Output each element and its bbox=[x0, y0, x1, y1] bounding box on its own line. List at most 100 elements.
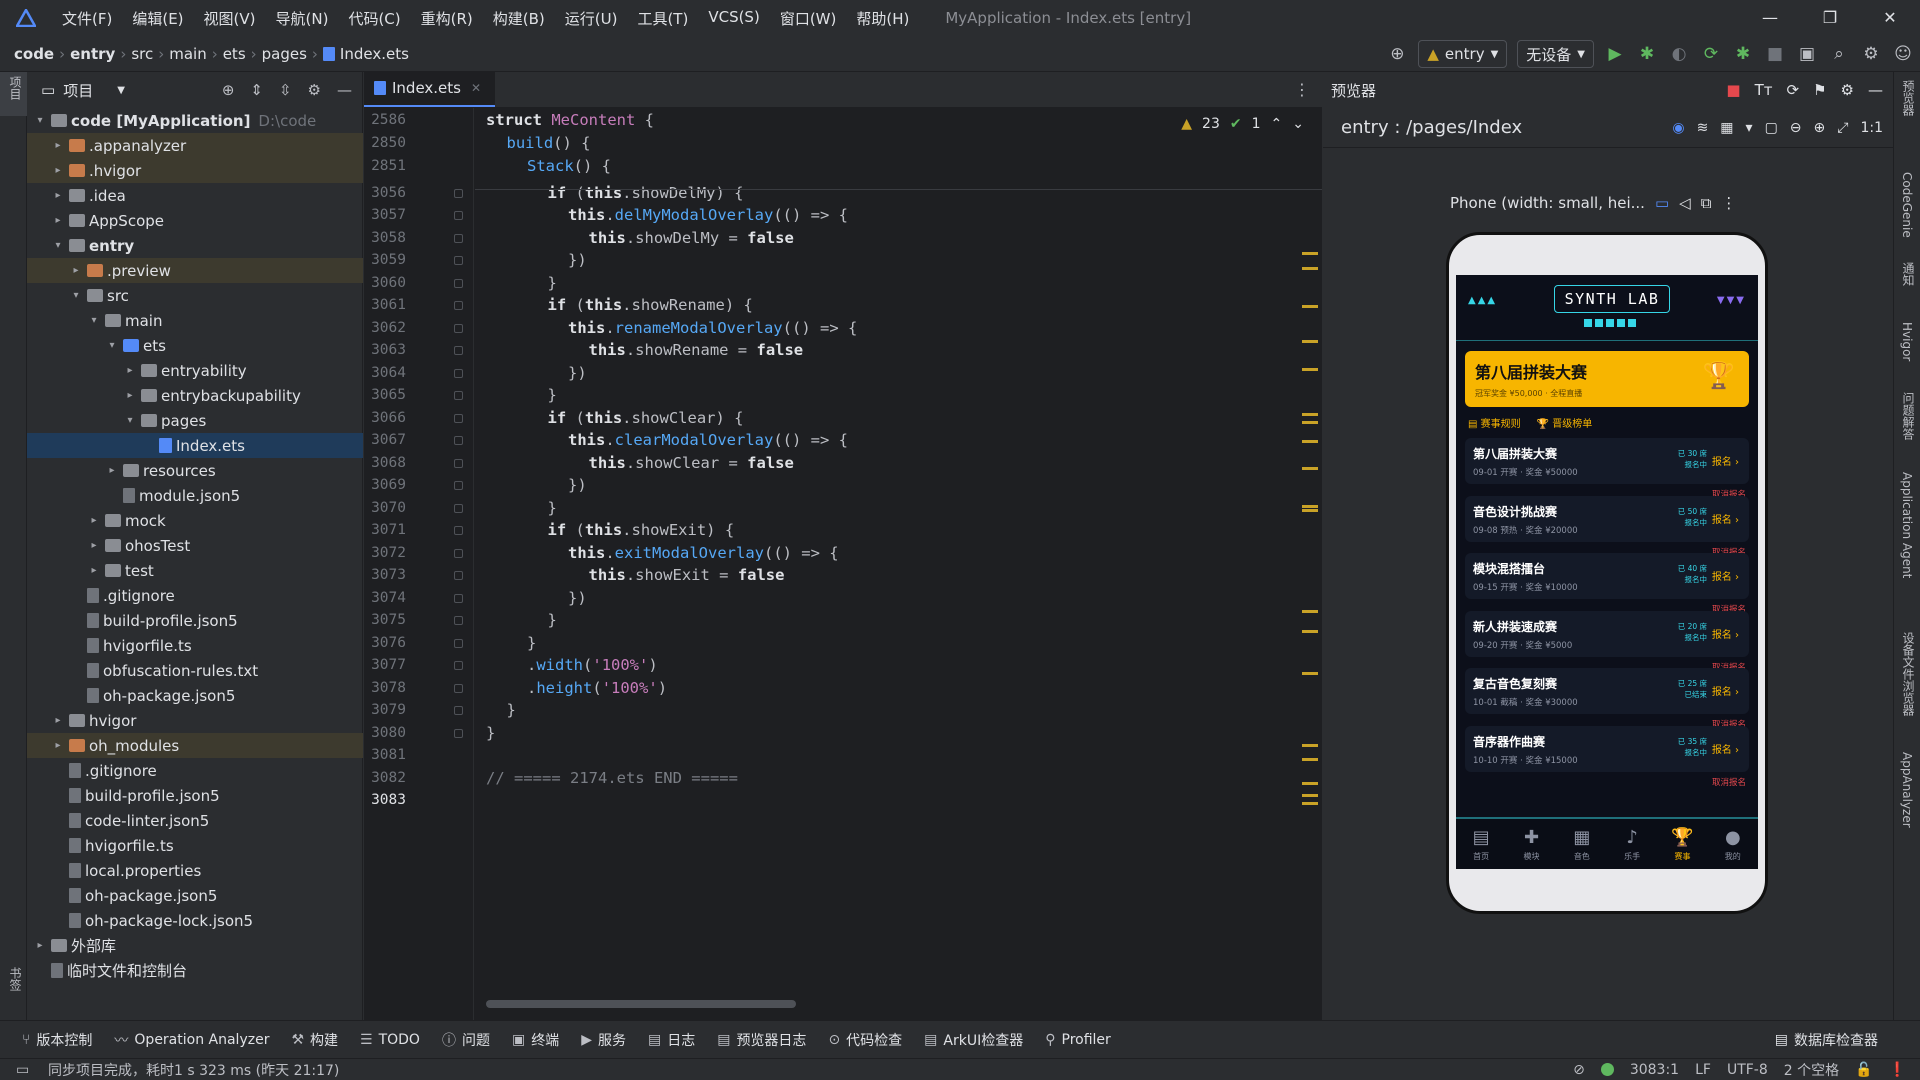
warning-mark[interactable] bbox=[1302, 610, 1318, 613]
fold-marker-icon[interactable] bbox=[454, 234, 463, 243]
fold-marker-icon[interactable] bbox=[454, 594, 463, 603]
chevron-right-icon[interactable]: ▸ bbox=[87, 515, 101, 526]
warning-mark[interactable] bbox=[1302, 340, 1318, 343]
chevron-right-icon[interactable]: ▸ bbox=[69, 265, 83, 276]
breadcrumb-item[interactable]: entry bbox=[70, 45, 115, 63]
signup-button[interactable]: 报名 › bbox=[1712, 568, 1739, 583]
tree-item[interactable]: oh-package.json5 bbox=[27, 683, 363, 708]
fit-icon[interactable]: ⤢ bbox=[1837, 120, 1848, 136]
reload-icon[interactable]: ⟳ bbox=[1700, 43, 1722, 65]
menu-item[interactable]: 代码(C) bbox=[338, 8, 410, 29]
tree-item[interactable]: ▸ hvigor bbox=[27, 708, 363, 733]
warning-mark[interactable] bbox=[1302, 267, 1318, 270]
contest-card[interactable]: 模块混搭擂台 09-15 开赛 · 奖金 ¥10000 已 40 席报名中 报名 › bbox=[1465, 553, 1749, 599]
code-line[interactable]: } bbox=[486, 724, 495, 749]
right-strip-6[interactable]: 设备文件浏览器 bbox=[1900, 632, 1917, 716]
back-icon[interactable]: ◁ bbox=[1679, 194, 1691, 212]
tree-item[interactable]: build-profile.json5 bbox=[27, 608, 363, 633]
tree-item[interactable]: ▸ 外部库 bbox=[27, 933, 363, 958]
fold-marker-icon[interactable] bbox=[454, 436, 463, 445]
caret-position[interactable]: 3083:1 bbox=[1630, 1062, 1679, 1078]
tree-item[interactable]: ▸ .idea bbox=[27, 183, 363, 208]
rotate-icon[interactable]: ⧉ bbox=[1701, 194, 1712, 212]
tab-0[interactable]: ▤ 首页 bbox=[1456, 819, 1506, 869]
tree-item[interactable]: ▾ pages bbox=[27, 408, 363, 433]
device-selector[interactable]: Phone (width: small, hei... ▭ ◁ ⧉ ⋮ bbox=[1450, 194, 1736, 212]
breadcrumb-item[interactable]: src bbox=[131, 45, 153, 63]
tree-item[interactable]: hvigorfile.ts bbox=[27, 833, 363, 858]
fold-marker-icon[interactable] bbox=[454, 549, 463, 558]
warning-mark[interactable] bbox=[1302, 505, 1318, 508]
tab-3[interactable]: ♪ 乐手 bbox=[1607, 819, 1657, 869]
contest-card[interactable]: 音色设计挑战赛 09-08 预热 · 奖金 ¥20000 已 50 席报名中 报名 › bbox=[1465, 495, 1749, 542]
warning-mark[interactable] bbox=[1302, 744, 1318, 747]
menu-item[interactable]: 窗口(W) bbox=[770, 8, 847, 29]
chevron-down-icon[interactable]: ▾ bbox=[33, 115, 47, 126]
search-icon[interactable]: ⌕ bbox=[1828, 43, 1850, 65]
font-size-icon[interactable]: Tт bbox=[1755, 81, 1773, 99]
code-line[interactable]: this.delMyModalOverlay(() => { bbox=[568, 206, 848, 231]
hide-icon[interactable]: — bbox=[1868, 81, 1883, 99]
warning-mark[interactable] bbox=[1302, 421, 1318, 424]
project-title[interactable]: 项目 bbox=[63, 80, 93, 101]
maximize-icon[interactable]: ❐ bbox=[1800, 0, 1860, 36]
chevron-right-icon[interactable]: ▸ bbox=[33, 940, 47, 951]
menu-item[interactable]: 编辑(E) bbox=[122, 8, 193, 29]
refresh-icon[interactable]: ⟳ bbox=[1787, 81, 1800, 99]
chevron-right-icon[interactable]: ▸ bbox=[87, 540, 101, 551]
contest-card[interactable]: 第八届拼装大赛 09-01 开赛 · 奖金 ¥50000 已 30 席报名中 报名 › bbox=[1465, 438, 1749, 484]
tree-item[interactable]: ▸ entryability bbox=[27, 358, 363, 383]
tree-item[interactable]: ▸ ohosTest bbox=[27, 533, 363, 558]
tree-item[interactable]: .gitignore bbox=[27, 583, 363, 608]
chevron-right-icon[interactable]: ▸ bbox=[123, 390, 137, 401]
tree-item[interactable]: ▾ ets bbox=[27, 333, 363, 358]
tree-item[interactable]: ▸ test bbox=[27, 558, 363, 583]
fold-marker-icon[interactable] bbox=[454, 369, 463, 378]
code-line[interactable]: this.showRename = false bbox=[589, 341, 804, 366]
tree-item[interactable]: ▸ .preview bbox=[27, 258, 363, 283]
close-icon[interactable]: ✕ bbox=[1860, 0, 1920, 36]
tree-item[interactable]: ▸ .appanalyzer bbox=[27, 133, 363, 158]
frame-icon[interactable]: ▢ bbox=[1765, 120, 1778, 136]
code-line[interactable]: } bbox=[548, 386, 557, 411]
stop-icon[interactable]: ■ bbox=[1726, 81, 1740, 99]
zoom-out-icon[interactable]: ⊖ bbox=[1790, 120, 1802, 136]
tree-item[interactable]: oh-package.json5 bbox=[27, 883, 363, 908]
tree-item[interactable]: module.json5 bbox=[27, 483, 363, 508]
tree-item[interactable]: oh-package-lock.json5 bbox=[27, 908, 363, 933]
tab-index-ets[interactable]: Index.ets ✕ bbox=[364, 71, 496, 107]
right-strip-3[interactable]: Hvigor bbox=[1900, 322, 1914, 361]
warning-mark[interactable] bbox=[1302, 672, 1318, 675]
zoom-in-icon[interactable]: ⊕ bbox=[1814, 120, 1826, 136]
fold-marker-icon[interactable] bbox=[454, 189, 463, 198]
fold-marker-icon[interactable] bbox=[454, 301, 463, 310]
cancel-signup-button[interactable]: 取消报名 bbox=[1712, 776, 1746, 788]
layers-icon[interactable]: ≋ bbox=[1697, 120, 1709, 136]
toolwindow-button[interactable]: ▤ ArkUI检查器 bbox=[924, 1030, 1023, 1050]
project-strip-label[interactable]: 项目 bbox=[7, 76, 24, 100]
warning-mark[interactable] bbox=[1302, 758, 1318, 761]
chevron-down-icon[interactable]: ▾ bbox=[87, 315, 101, 326]
tree-item[interactable]: hvigorfile.ts bbox=[27, 633, 363, 658]
hide-icon[interactable]: — bbox=[337, 81, 352, 99]
warning-mark[interactable] bbox=[1302, 252, 1318, 255]
grid-icon[interactable]: ▦ bbox=[1720, 120, 1733, 136]
fold-marker-icon[interactable] bbox=[454, 684, 463, 693]
tree-item[interactable]: .gitignore bbox=[27, 758, 363, 783]
signup-button[interactable]: 报名 › bbox=[1712, 683, 1739, 698]
right-strip-0[interactable]: 预览器 bbox=[1900, 80, 1917, 116]
breadcrumb-item[interactable]: code bbox=[14, 45, 54, 63]
tree-item[interactable]: 临时文件和控制台 bbox=[27, 958, 363, 983]
horizontal-scrollbar[interactable] bbox=[486, 1000, 796, 1008]
account-icon[interactable]: ☺ bbox=[1892, 43, 1914, 65]
menu-item[interactable]: 文件(F) bbox=[52, 8, 122, 29]
chevron-right-icon[interactable]: ▸ bbox=[51, 140, 65, 151]
close-tab-icon[interactable]: ✕ bbox=[471, 81, 481, 95]
tree-item[interactable]: obfuscation-rules.txt bbox=[27, 658, 363, 683]
locate-icon[interactable]: ⊕ bbox=[222, 81, 235, 99]
contest-banner[interactable]: 第八届拼装大赛 冠军奖金 ¥50,000 · 全程直播 🏆 bbox=[1465, 351, 1749, 407]
database-inspector-button[interactable]: ▤ 数据库检查器 bbox=[1775, 1030, 1878, 1050]
code-line[interactable]: // ===== 2174.ets END ===== bbox=[486, 769, 738, 794]
breadcrumb-item[interactable]: ets bbox=[223, 45, 246, 63]
fold-marker-icon[interactable] bbox=[454, 639, 463, 648]
